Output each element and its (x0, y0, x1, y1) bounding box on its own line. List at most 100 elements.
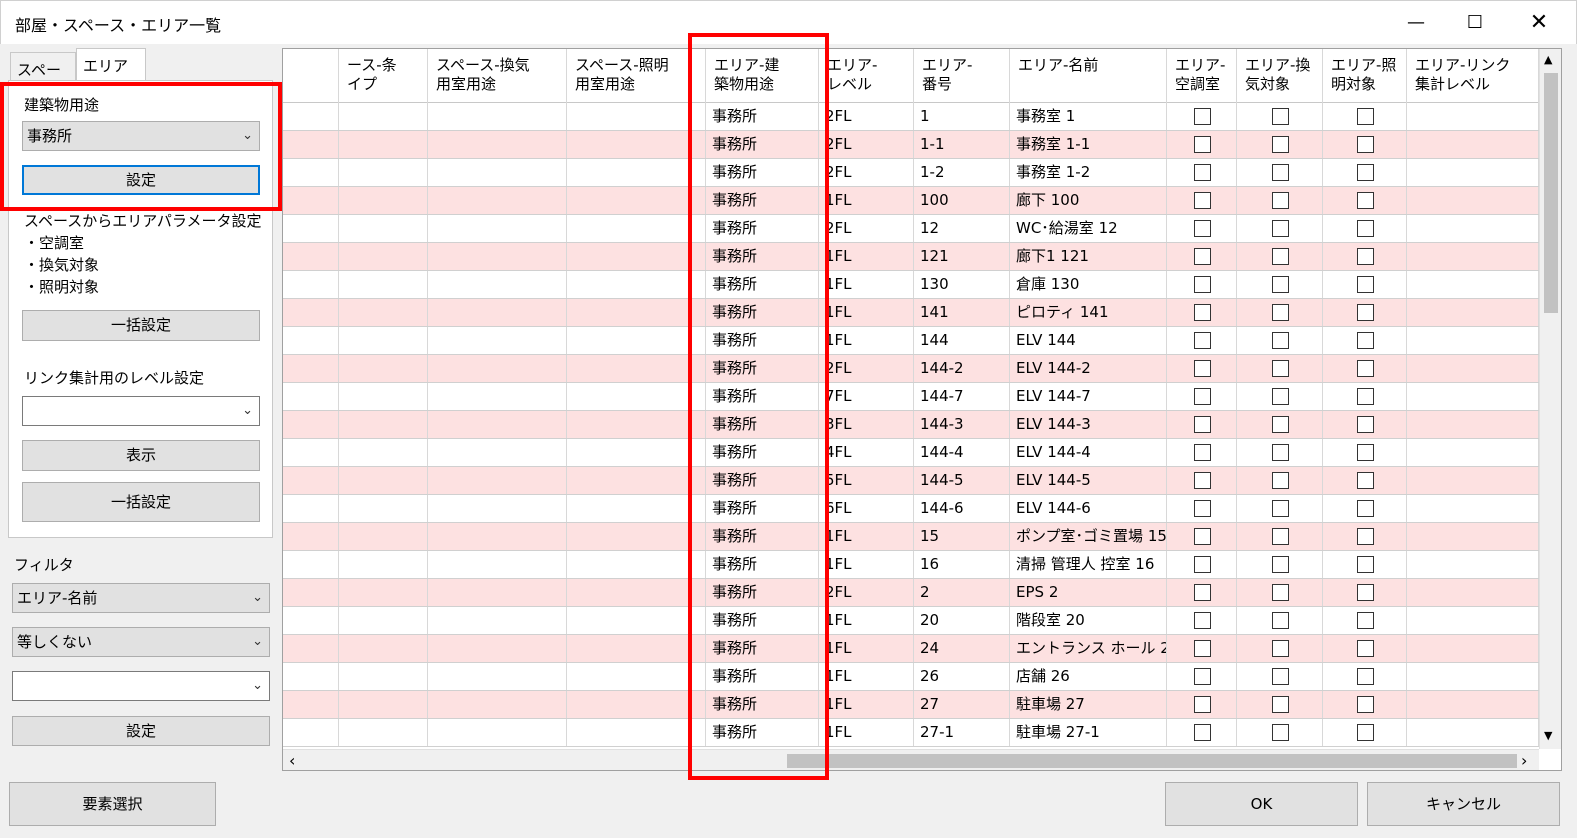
cell-number[interactable]: 144-7 (914, 383, 1010, 410)
checkbox[interactable] (1193, 668, 1211, 685)
cell-name[interactable]: 事務室 1 (1010, 103, 1167, 130)
cell-empty[interactable] (339, 327, 428, 354)
cell-level[interactable]: 1FL (819, 271, 914, 298)
checkbox[interactable] (1271, 164, 1289, 181)
cell-empty[interactable] (567, 691, 706, 718)
checkbox[interactable] (1356, 332, 1374, 349)
checkbox[interactable] (1356, 388, 1374, 405)
cell-aircon[interactable] (1167, 383, 1237, 410)
cell-level[interactable]: 7FL (819, 383, 914, 410)
checkbox[interactable] (1356, 668, 1374, 685)
cell-aircon[interactable] (1167, 635, 1237, 662)
cell-empty[interactable] (567, 495, 706, 522)
checkbox[interactable] (1356, 108, 1374, 125)
cell-empty[interactable] (283, 467, 339, 494)
cell-building-use[interactable]: 事務所 (706, 663, 819, 690)
cell-empty[interactable] (339, 159, 428, 186)
cell-empty[interactable] (567, 719, 706, 746)
cell-building-use[interactable]: 事務所 (706, 691, 819, 718)
checkbox[interactable] (1356, 528, 1374, 545)
cell-building-use[interactable]: 事務所 (706, 411, 819, 438)
cell-empty[interactable] (339, 523, 428, 550)
checkbox[interactable] (1356, 472, 1374, 489)
table-row[interactable]: 事務所 1FL 121 廊下1 121 (283, 243, 1539, 271)
table-row[interactable]: 事務所 1FL 24 エントランス ホール 24 (283, 635, 1539, 663)
cell-empty[interactable] (1407, 523, 1539, 550)
checkbox[interactable] (1271, 220, 1289, 237)
cell-aircon[interactable] (1167, 607, 1237, 634)
checkbox[interactable] (1193, 388, 1211, 405)
column-header[interactable]: エリア-名前 (1010, 49, 1167, 103)
table-row[interactable]: 事務所 1FL 100 廊下 100 (283, 187, 1539, 215)
building-use-set-button[interactable]: 設定 (22, 165, 260, 195)
filter-value-select[interactable]: ⌄ (12, 671, 270, 701)
cell-empty[interactable] (567, 383, 706, 410)
cell-empty[interactable] (428, 299, 567, 326)
cell-number[interactable]: 144 (914, 327, 1010, 354)
bulk-set-button[interactable]: 一括設定 (22, 310, 260, 341)
cell-ventilation[interactable] (1237, 103, 1323, 130)
cell-level[interactable]: 1FL (819, 187, 914, 214)
cell-empty[interactable] (339, 103, 428, 130)
cell-aircon[interactable] (1167, 663, 1237, 690)
cell-number[interactable]: 12 (914, 215, 1010, 242)
cell-ventilation[interactable] (1237, 215, 1323, 242)
cell-ventilation[interactable] (1237, 551, 1323, 578)
checkbox[interactable] (1356, 640, 1374, 657)
cell-aircon[interactable] (1167, 215, 1237, 242)
cell-building-use[interactable]: 事務所 (706, 579, 819, 606)
table-row[interactable]: 事務所 1FL 27 駐車場 27 (283, 691, 1539, 719)
cell-empty[interactable] (428, 467, 567, 494)
cell-empty[interactable] (428, 551, 567, 578)
cell-name[interactable]: ELV 144 (1010, 327, 1167, 354)
table-row[interactable]: 事務所 6FL 144-6 ELV 144-6 (283, 495, 1539, 523)
cell-number[interactable]: 100 (914, 187, 1010, 214)
cell-level[interactable]: 1FL (819, 607, 914, 634)
cell-empty[interactable] (283, 551, 339, 578)
cell-lighting[interactable] (1323, 551, 1407, 578)
cell-level[interactable]: 2FL (819, 355, 914, 382)
cell-empty[interactable] (428, 327, 567, 354)
cell-level[interactable]: 1FL (819, 691, 914, 718)
checkbox[interactable] (1271, 248, 1289, 265)
show-button[interactable]: 表示 (22, 440, 260, 471)
checkbox[interactable] (1193, 500, 1211, 517)
cell-aircon[interactable] (1167, 411, 1237, 438)
cell-ventilation[interactable] (1237, 495, 1323, 522)
checkbox[interactable] (1193, 248, 1211, 265)
checkbox[interactable] (1271, 556, 1289, 573)
checkbox[interactable] (1271, 332, 1289, 349)
cell-empty[interactable] (567, 187, 706, 214)
cell-empty[interactable] (1407, 439, 1539, 466)
cell-empty[interactable] (567, 607, 706, 634)
cell-empty[interactable] (339, 439, 428, 466)
table-row[interactable]: 事務所 1FL 26 店舗 26 (283, 663, 1539, 691)
maximize-icon[interactable]: ☐ (1455, 9, 1495, 37)
cell-lighting[interactable] (1323, 299, 1407, 326)
horizontal-scroll-thumb[interactable] (787, 754, 1517, 768)
cell-aircon[interactable] (1167, 131, 1237, 158)
cell-aircon[interactable] (1167, 103, 1237, 130)
cell-lighting[interactable] (1323, 411, 1407, 438)
table-row[interactable]: 事務所 4FL 144-4 ELV 144-4 (283, 439, 1539, 467)
checkbox[interactable] (1271, 668, 1289, 685)
cell-empty[interactable] (339, 299, 428, 326)
vertical-scrollbar[interactable]: ▲ ▼ (1539, 49, 1561, 749)
horizontal-scrollbar[interactable]: ‹ › (283, 749, 1539, 770)
cell-name[interactable]: 店舗 26 (1010, 663, 1167, 690)
cell-lighting[interactable] (1323, 719, 1407, 746)
cell-aircon[interactable] (1167, 719, 1237, 746)
cell-building-use[interactable]: 事務所 (706, 271, 819, 298)
checkbox[interactable] (1271, 472, 1289, 489)
cell-empty[interactable] (428, 131, 567, 158)
filter-field-select[interactable]: エリア-名前 ⌄ (12, 583, 270, 613)
cell-ventilation[interactable] (1237, 663, 1323, 690)
cell-empty[interactable] (339, 551, 428, 578)
cell-level[interactable]: 4FL (819, 439, 914, 466)
cell-building-use[interactable]: 事務所 (706, 439, 819, 466)
checkbox[interactable] (1193, 640, 1211, 657)
cell-level[interactable]: 1FL (819, 523, 914, 550)
checkbox[interactable] (1356, 360, 1374, 377)
cell-empty[interactable] (283, 495, 339, 522)
cell-empty[interactable] (283, 327, 339, 354)
